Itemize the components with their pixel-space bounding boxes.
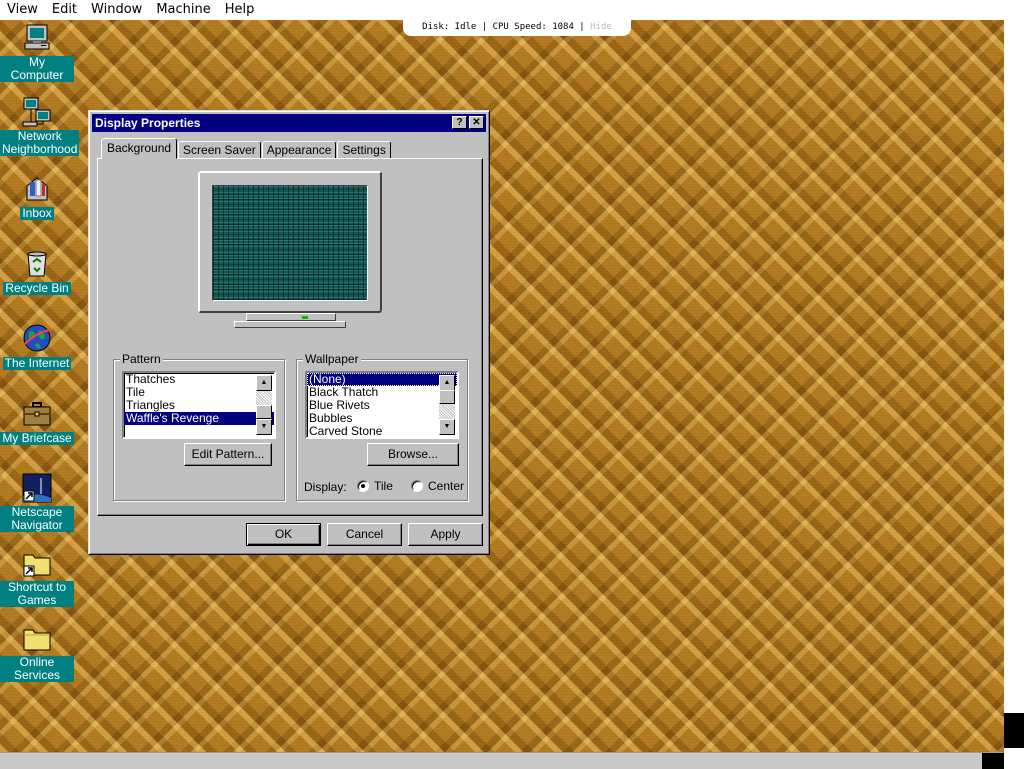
tab-background[interactable]: Background (101, 138, 178, 159)
computer-icon (21, 22, 53, 54)
radio-center-icon[interactable] (411, 480, 423, 492)
icon-label: Netscape Navigator (0, 506, 74, 532)
browse-button[interactable]: Browse... (367, 443, 459, 466)
host-menubar: View Edit Window Machine Help (0, 0, 1024, 20)
scroll-down-icon[interactable]: ▼ (439, 419, 455, 435)
wallpaper-scrollbar[interactable]: ▲ ▼ (439, 375, 455, 435)
ok-button[interactable]: OK (246, 523, 321, 546)
network-icon (21, 96, 53, 128)
pattern-listbox[interactable]: Thatches Tile Triangles Waffle's Revenge… (122, 371, 276, 439)
monitor-stand (246, 313, 336, 321)
help-button[interactable]: ? (452, 116, 467, 129)
desktop-icon-my-briefcase[interactable]: My Briefcase (0, 397, 74, 445)
monitor-power-led (302, 316, 308, 319)
pattern-scrollbar[interactable]: ▲ ▼ (256, 375, 272, 435)
recycle-bin-icon (21, 247, 53, 279)
menu-edit[interactable]: Edit (45, 0, 84, 20)
edit-pattern-button[interactable]: Edit Pattern... (184, 443, 272, 466)
dialog-titlebar[interactable]: Display Properties ? ✕ (92, 114, 486, 132)
preview-screen (212, 185, 368, 301)
radio-tile-label: Tile (374, 479, 393, 493)
radio-center-label: Center (428, 479, 465, 493)
scroll-up-icon[interactable]: ▲ (439, 375, 455, 391)
inbox-icon (21, 172, 53, 204)
host-right-margin (1004, 20, 1024, 768)
tab-settings[interactable]: Settings (337, 141, 391, 159)
internet-icon (21, 322, 53, 354)
monitor-base (234, 321, 346, 328)
radio-center[interactable]: Center (411, 479, 464, 493)
desktop-icon-network-neighborhood[interactable]: Network Neighborhood (0, 96, 80, 156)
radio-tile[interactable]: Tile (357, 479, 393, 493)
folder-shortcut-icon (21, 547, 53, 579)
scroll-thumb[interactable] (256, 405, 272, 419)
display-label: Display: (304, 480, 347, 494)
icon-label: Online Services (0, 656, 74, 682)
pattern-group-label: Pattern (120, 352, 163, 366)
folder-icon (21, 622, 53, 654)
icon-label: Shortcut to Games (0, 581, 74, 607)
netscape-icon (21, 472, 53, 504)
menu-machine[interactable]: Machine (149, 0, 217, 20)
scroll-thumb[interactable] (439, 390, 455, 404)
desktop-icon-my-computer[interactable]: My Computer (0, 22, 74, 82)
desktop-icon-shortcut-to-games[interactable]: Shortcut to Games (0, 547, 74, 607)
desktop-icon-the-internet[interactable]: The Internet (0, 322, 74, 370)
list-item-selected[interactable]: Waffle's Revenge (124, 412, 274, 425)
desktop-icon-inbox[interactable]: Inbox (0, 172, 74, 220)
menu-help[interactable]: Help (218, 0, 262, 20)
tab-strip: Background Screen Saver Appearance Setti… (101, 138, 392, 160)
dialog-title: Display Properties (95, 116, 201, 130)
tab-appearance[interactable]: Appearance (261, 141, 337, 159)
icon-label: The Internet (2, 356, 72, 370)
scroll-down-icon[interactable]: ▼ (256, 419, 272, 435)
status-text: Disk: Idle | CPU Speed: 1084 | (422, 22, 591, 32)
hide-status-link[interactable]: Hide (590, 22, 612, 32)
cancel-button[interactable]: Cancel (327, 523, 402, 546)
tab-screen-saver[interactable]: Screen Saver (178, 141, 261, 159)
apply-button[interactable]: Apply (408, 523, 483, 546)
host-horizontal-scrollbar[interactable] (0, 752, 1004, 769)
icon-label: My Briefcase (0, 431, 74, 445)
list-item[interactable]: Carved Stone (307, 425, 457, 438)
icon-label: Recycle Bin (3, 281, 71, 295)
display-properties-dialog: Display Properties ? ✕ Background Screen… (88, 110, 490, 555)
icon-label: Network Neighborhood (0, 129, 80, 156)
close-button[interactable]: ✕ (469, 116, 484, 129)
radio-tile-icon[interactable] (357, 480, 369, 492)
wallpaper-group-label: Wallpaper (303, 352, 361, 366)
monitor-preview (198, 171, 382, 313)
desktop-icon-recycle-bin[interactable]: Recycle Bin (0, 247, 74, 295)
icon-label: My Computer (0, 56, 74, 82)
desktop-icon-netscape-navigator[interactable]: Netscape Navigator (0, 472, 74, 532)
scroll-up-icon[interactable]: ▲ (256, 375, 272, 391)
desktop-icon-online-services[interactable]: Online Services (0, 622, 74, 682)
menu-view[interactable]: View (0, 0, 45, 20)
briefcase-icon (21, 397, 53, 429)
wallpaper-listbox[interactable]: (None) Black Thatch Blue Rivets Bubbles … (305, 371, 459, 439)
menu-window[interactable]: Window (84, 0, 149, 20)
list-item[interactable]: Thatches (124, 373, 274, 386)
emulator-status-bar: Disk: Idle | CPU Speed: 1084 | Hide (403, 18, 631, 36)
icon-label: Inbox (20, 206, 54, 220)
